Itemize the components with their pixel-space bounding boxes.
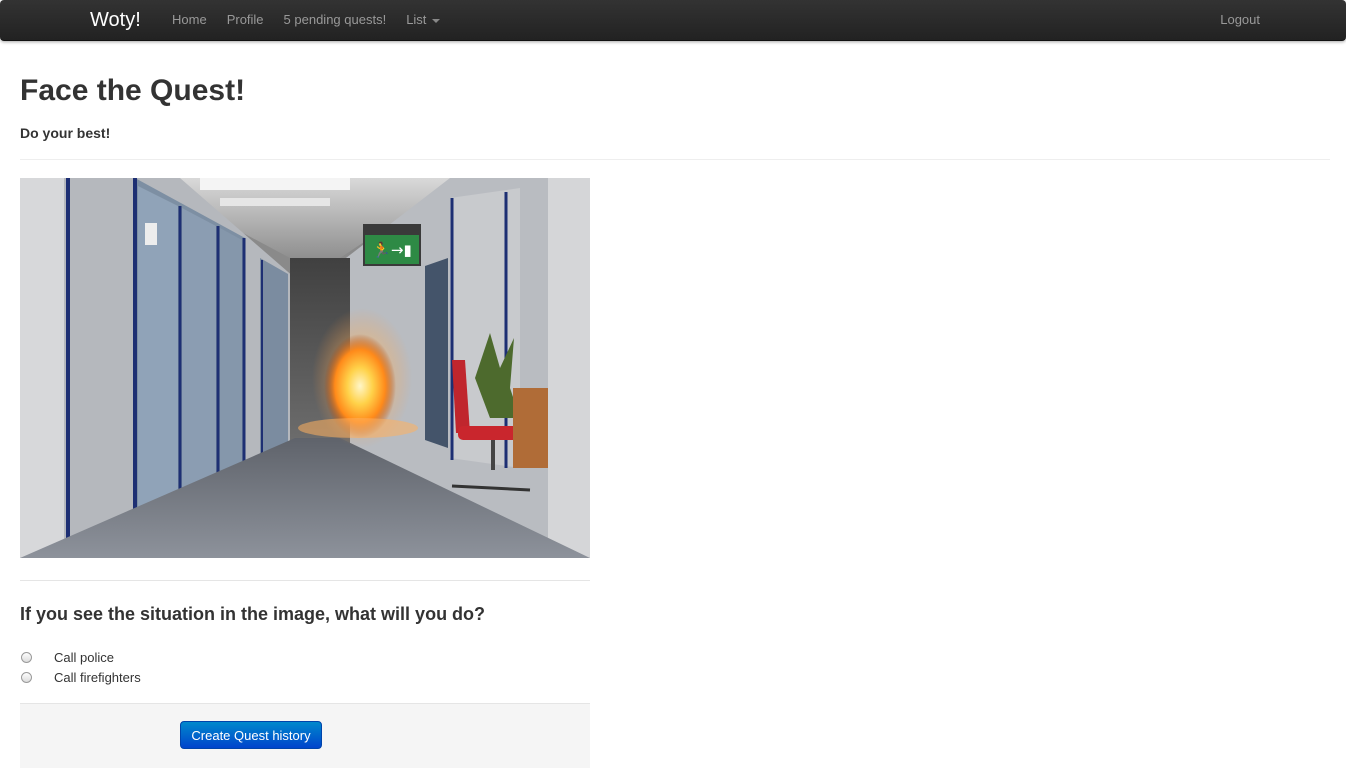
image-divider <box>20 580 590 581</box>
form-actions: Create Quest history <box>20 703 590 768</box>
option-label: Call police <box>54 649 114 665</box>
quest-image: 🏃→▮ <box>20 178 590 558</box>
page-title: Face the Quest! <box>20 74 246 107</box>
nav-profile[interactable]: Profile <box>217 0 274 40</box>
radio-call-police[interactable] <box>21 651 32 663</box>
caret-down-icon <box>432 18 441 23</box>
nav-list-dropdown[interactable]: List <box>396 0 450 40</box>
nav-menu: Home Profile 5 pending quests! List <box>162 0 450 40</box>
radio-call-firefighters[interactable] <box>21 671 32 683</box>
page-subtitle: Do your best! <box>20 125 111 141</box>
brand-link[interactable]: Woty! <box>90 8 141 32</box>
create-quest-history-button[interactable]: Create Quest history <box>180 721 322 749</box>
svg-text:🏃→▮: 🏃→▮ <box>372 241 412 259</box>
quest-question: If you see the situation in the image, w… <box>20 604 486 624</box>
top-navbar: Woty! Home Profile 5 pending quests! Lis… <box>0 0 1346 41</box>
header-divider <box>20 159 1330 160</box>
option-call-firefighters[interactable]: Call firefighters <box>20 668 141 686</box>
nav-home[interactable]: Home <box>162 0 217 40</box>
logout-link[interactable]: Logout <box>1220 0 1260 40</box>
nav-pending-quests[interactable]: 5 pending quests! <box>274 0 397 40</box>
option-label: Call firefighters <box>54 669 141 685</box>
nav-list-label: List <box>406 12 427 27</box>
option-call-police[interactable]: Call police <box>20 648 114 666</box>
